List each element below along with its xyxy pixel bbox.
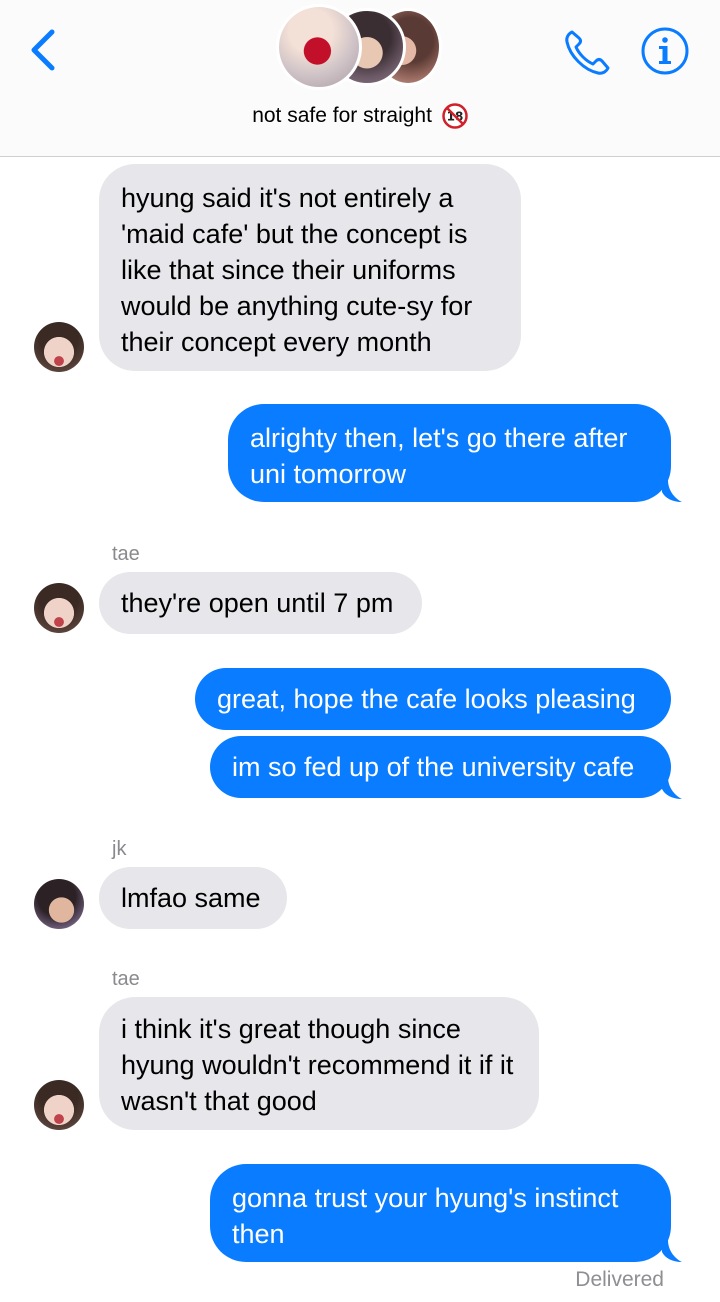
message-text: gonna trust your hyung's instinct then [232,1183,619,1249]
back-button[interactable] [26,26,62,74]
delivered-status: Delivered [575,1268,664,1291]
message-text: great, hope the cafe looks pleasing [217,684,636,714]
message-text: hyung said it's not entirely a 'maid caf… [121,183,473,357]
message-text: alrighty then, let's go there after uni … [250,423,628,489]
outgoing-message[interactable]: gonna trust your hyung's instinct then [210,1164,671,1262]
avatar [276,4,362,90]
call-button[interactable] [560,26,614,80]
group-name[interactable]: not safe for straight 18 [0,103,720,129]
incoming-message[interactable]: lmfao same [99,867,287,929]
bubble-tail [662,480,682,502]
outgoing-message[interactable]: im so fed up of the university cafe [210,736,671,798]
message-text: lmfao same [121,883,261,913]
bubble-tail [662,1240,682,1262]
outgoing-message[interactable]: alrighty then, let's go there after uni … [228,404,671,502]
message-text: im so fed up of the university cafe [232,752,635,782]
info-icon [641,27,689,75]
conversation-header: not safe for straight 18 [0,0,720,157]
message-text: i think it's great though since hyung wo… [121,1014,514,1116]
incoming-message[interactable]: i think it's great though since hyung wo… [99,997,539,1130]
incoming-message[interactable]: they're open until 7 pm [99,572,422,634]
sender-name: tae [112,543,140,565]
outgoing-message[interactable]: great, hope the cafe looks pleasing [195,668,671,730]
sender-name: jk [112,838,127,860]
chevron-left-icon [31,29,55,71]
avatar[interactable] [34,879,84,929]
sender-name: tae [112,968,140,990]
group-name-text: not safe for straight [252,104,432,127]
group-avatars[interactable] [276,4,446,92]
avatar[interactable] [34,1080,84,1130]
avatar[interactable] [34,322,84,372]
no-under-18-icon: 18 [442,103,468,129]
message-text: they're open until 7 pm [121,588,394,618]
incoming-message[interactable]: hyung said it's not entirely a 'maid caf… [99,164,521,371]
bubble-tail [662,777,682,799]
phone-icon [565,30,610,75]
info-button[interactable] [640,26,690,76]
avatar[interactable] [34,583,84,633]
